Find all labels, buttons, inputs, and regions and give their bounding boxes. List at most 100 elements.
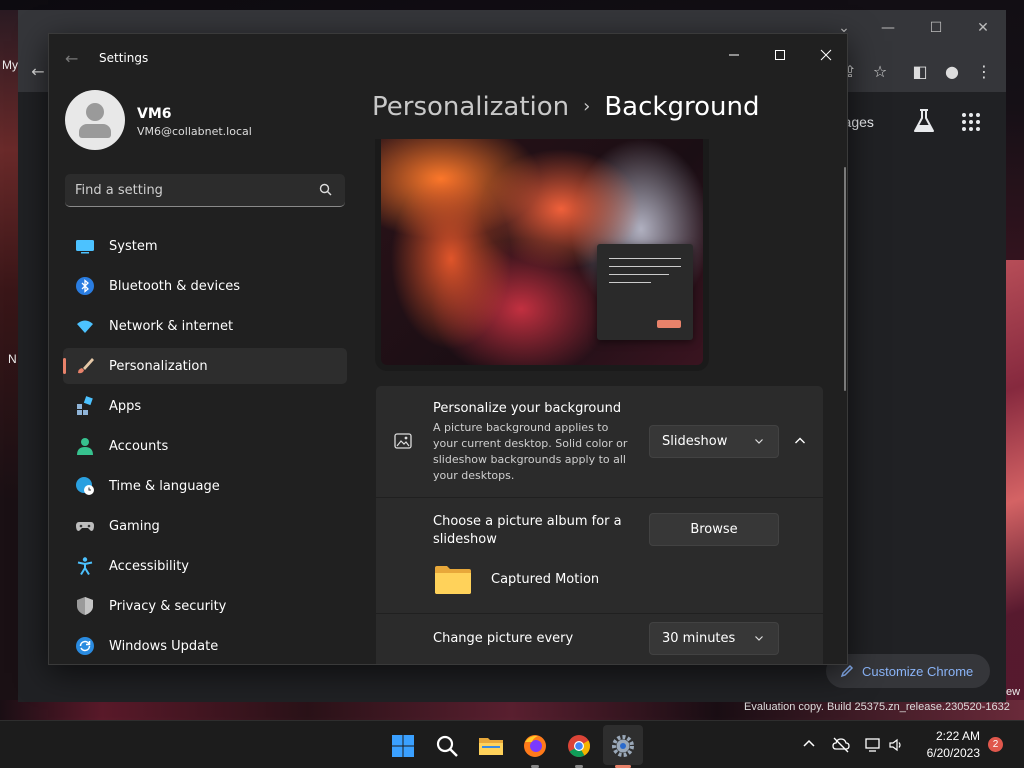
browse-button[interactable]: Browse [649,513,779,546]
sidebar-item-label: Network & internet [109,318,234,334]
customize-chrome-label: Customize Chrome [862,663,974,679]
sidebar-item-label: Personalization [109,358,208,374]
search-input[interactable] [65,174,315,206]
sidebar-item-personalization[interactable]: Personalization [63,348,347,384]
breadcrumb-separator: › [583,96,591,117]
sidebar-item-label: Apps [109,398,142,414]
sidebar-item-label: Accounts [109,438,169,454]
content-scrollbar[interactable] [844,167,846,391]
album-label: Choose a picture album for a slideshow [433,514,622,547]
sidebar-item-label: Windows Update [109,638,219,654]
accessibility-icon [77,557,93,576]
chrome-taskbar-icon[interactable] [566,733,592,759]
google-apps-icon[interactable] [962,113,980,131]
monitor-icon [76,240,94,254]
tray-overflow-chevron-icon[interactable] [801,737,817,753]
breadcrumb: Personalization › Background [372,92,759,122]
apps-icon [77,396,93,415]
change-interval-card: Change picture every 30 minutes [376,614,823,664]
interval-dropdown[interactable]: 30 minutes [649,622,779,655]
onedrive-offline-icon[interactable] [832,737,850,753]
bluetooth-icon [76,277,94,295]
chevron-up-icon[interactable] [794,435,806,447]
search-taskbar-icon[interactable] [434,733,460,759]
globe-clock-icon [76,477,94,495]
firefox-icon[interactable] [522,733,548,759]
settings-gear-icon[interactable] [610,733,636,759]
gamepad-icon [76,522,94,531]
page-title: Background [604,92,760,122]
sidebar-item-system[interactable]: System [63,228,347,264]
sidebar-item-label: Privacy & security [109,598,227,614]
personalize-description: A picture background applies to your cur… [433,421,628,482]
sidebar-item-bluetooth[interactable]: Bluetooth & devices [63,268,347,304]
preview-sample-window [597,244,693,340]
minimize-button[interactable] [711,40,757,70]
clock-date[interactable]: 6/20/2023 [916,746,980,760]
update-icon [76,637,94,655]
start-windows-icon[interactable] [390,733,416,759]
customize-chrome-button[interactable]: Customize Chrome [826,654,990,688]
back-arrow-icon[interactable]: ← [65,49,78,68]
sidebar-item-label: Accessibility [109,558,189,574]
minimize-icon [729,54,739,56]
sidebar-item-privacy[interactable]: Privacy & security [63,588,347,624]
picture-icon [394,433,412,449]
chrome-minimize-icon[interactable]: — [878,20,898,36]
album-folder-name: Captured Motion [491,572,600,587]
chrome-sidepanel-icon[interactable]: ◧ [910,62,930,81]
background-type-dropdown[interactable]: Slideshow [649,425,779,458]
sidebar-item-network[interactable]: Network & internet [63,308,347,344]
background-preview [375,139,709,371]
user-name: VM6 [137,106,172,122]
desktop-label-right: ew [1006,686,1021,698]
search-box[interactable] [65,174,345,207]
close-icon [820,49,832,61]
sidebar-item-label: Bluetooth & devices [109,278,240,294]
wifi-icon [77,320,93,333]
settings-window: ← Settings VM6 VM6@collabnet.local Syste… [48,33,848,665]
chevron-down-icon [755,636,763,641]
close-button[interactable] [803,40,847,70]
sidebar-nav: System Bluetooth & devices Network & int… [63,228,347,664]
taskbar: 2:22 AM 6/20/2023 2 [0,720,1024,768]
personalize-background-card[interactable]: Personalize your background A picture ba… [376,386,823,497]
slideshow-album-card: Choose a picture album for a slideshow B… [376,498,823,613]
avatar[interactable] [65,90,125,150]
shield-icon [77,597,93,615]
volume-icon[interactable] [888,737,904,753]
chrome-maximize-icon[interactable]: ☐ [926,20,946,36]
chevron-down-icon [755,439,763,444]
dropdown-value: Slideshow [662,434,728,449]
sidebar-item-label: Gaming [109,518,160,534]
chrome-menu-icon[interactable]: ⋮ [974,62,994,81]
folder-icon [435,566,471,594]
search-icon[interactable] [318,182,334,198]
chrome-back-icon[interactable]: ← [28,62,48,81]
chrome-labs-flask-icon[interactable] [912,108,936,134]
desktop-label-bottom: N [8,352,17,366]
sidebar-item-apps[interactable]: Apps [63,388,347,424]
sidebar-item-windows-update[interactable]: Windows Update [63,628,347,664]
person-icon [77,438,93,455]
sidebar-item-accessibility[interactable]: Accessibility [63,548,347,584]
breadcrumb-parent[interactable]: Personalization [372,92,569,122]
chrome-bookmark-star-icon[interactable]: ☆ [870,62,890,81]
dropdown-value: 30 minutes [662,631,736,646]
clock-time[interactable]: 2:22 AM [930,729,980,743]
chrome-profile-icon[interactable]: ● [942,62,962,81]
desktop-label-top: My [2,58,18,72]
sidebar-item-time-language[interactable]: Time & language [63,468,347,504]
sidebar-item-gaming[interactable]: Gaming [63,508,347,544]
maximize-icon [775,50,785,60]
notification-badge[interactable]: 2 [988,737,1003,752]
network-icon[interactable] [864,737,882,753]
file-explorer-icon[interactable] [478,733,504,759]
brush-icon [78,358,94,374]
evaluation-watermark: Evaluation copy. Build 25375.zn_release.… [744,701,1010,713]
sidebar-item-accounts[interactable]: Accounts [63,428,347,464]
personalize-title: Personalize your background [433,401,622,416]
maximize-button[interactable] [757,40,803,70]
user-email: VM6@collabnet.local [137,125,252,138]
chrome-close-icon[interactable]: ✕ [973,20,993,36]
